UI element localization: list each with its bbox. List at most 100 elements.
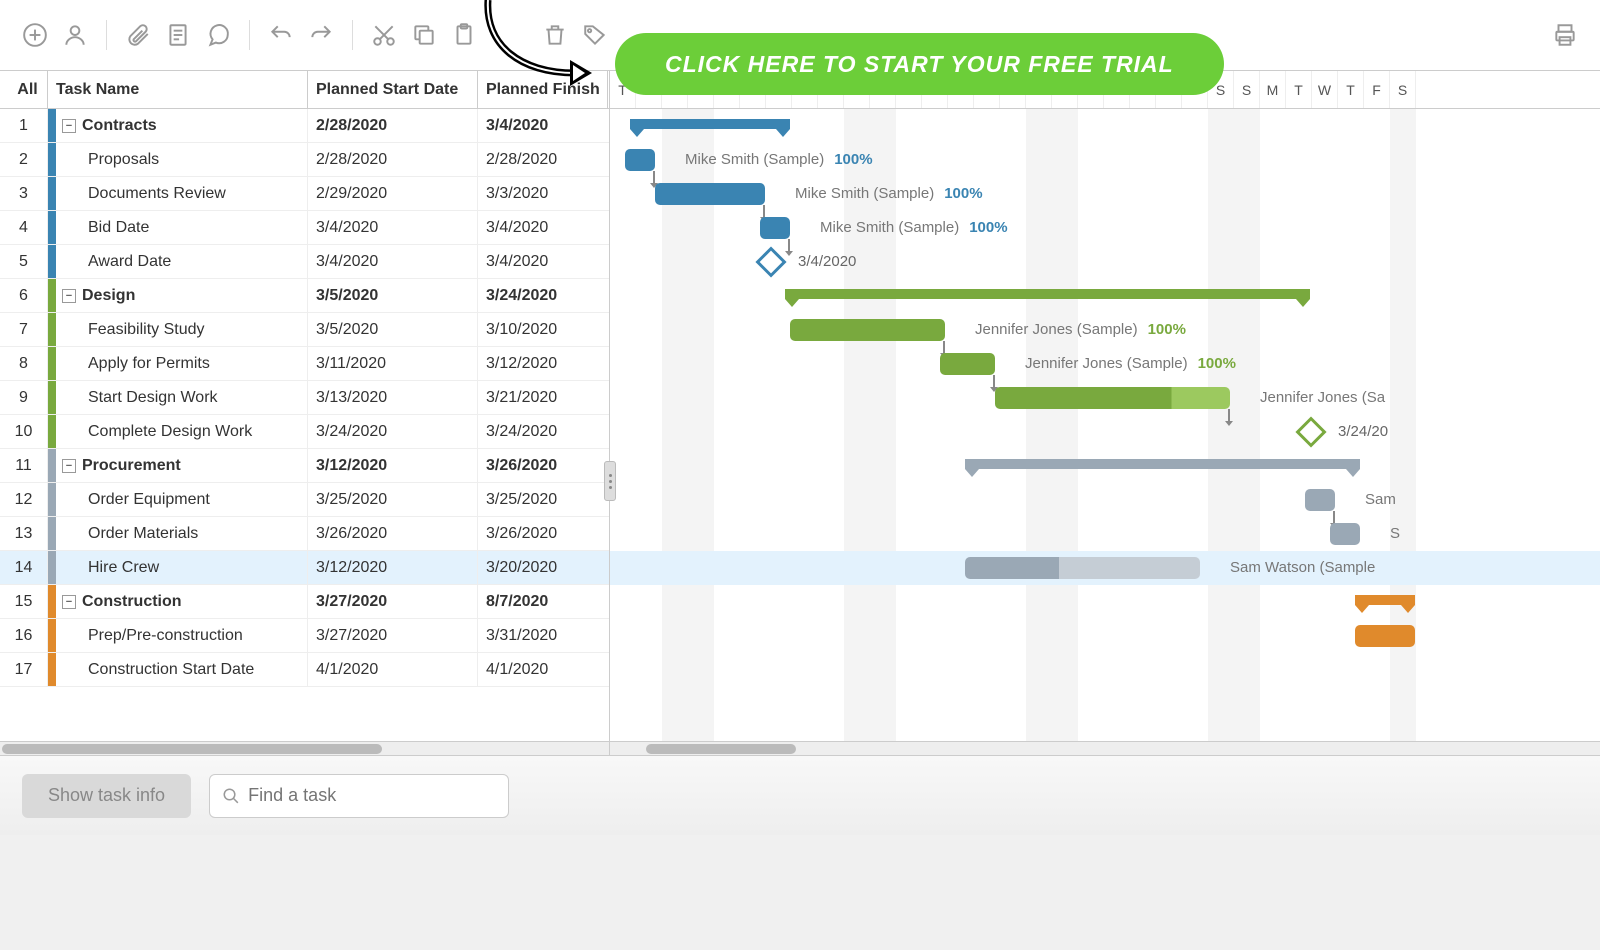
- task-name-cell[interactable]: Feasibility Study: [56, 313, 308, 346]
- redo-icon[interactable]: [306, 20, 336, 50]
- task-row[interactable]: 10Complete Design Work3/24/20203/24/2020: [0, 415, 609, 449]
- milestone-icon[interactable]: [755, 246, 786, 277]
- task-row[interactable]: 15−Construction3/27/20208/7/2020: [0, 585, 609, 619]
- notes-icon[interactable]: [163, 20, 193, 50]
- finish-date-cell[interactable]: 3/4/2020: [478, 211, 608, 244]
- add-icon[interactable]: [20, 20, 50, 50]
- start-date-cell[interactable]: 3/27/2020: [308, 585, 478, 618]
- finish-date-cell[interactable]: 3/4/2020: [478, 245, 608, 278]
- start-date-cell[interactable]: 3/25/2020: [308, 483, 478, 516]
- print-icon[interactable]: [1550, 20, 1580, 50]
- summary-bar[interactable]: [1355, 595, 1415, 605]
- splitter-handle[interactable]: [604, 461, 616, 501]
- task-name-cell[interactable]: Apply for Permits: [56, 347, 308, 380]
- task-row[interactable]: 4Bid Date3/4/20203/4/2020: [0, 211, 609, 245]
- task-bar[interactable]: Jennifer Jones (Sa: [995, 387, 1230, 409]
- task-name-cell[interactable]: Order Materials: [56, 517, 308, 550]
- finish-date-cell[interactable]: 3/10/2020: [478, 313, 608, 346]
- finish-date-cell[interactable]: 3/25/2020: [478, 483, 608, 516]
- summary-bar[interactable]: [965, 459, 1360, 469]
- task-row[interactable]: 3Documents Review2/29/20203/3/2020: [0, 177, 609, 211]
- task-bar[interactable]: S: [1330, 523, 1360, 545]
- start-date-cell[interactable]: 3/12/2020: [308, 551, 478, 584]
- task-row[interactable]: 9Start Design Work3/13/20203/21/2020: [0, 381, 609, 415]
- collapse-toggle[interactable]: −: [62, 119, 76, 133]
- copy-icon[interactable]: [409, 20, 439, 50]
- start-date-cell[interactable]: 3/5/2020: [308, 279, 478, 312]
- finish-date-cell[interactable]: 3/21/2020: [478, 381, 608, 414]
- user-icon[interactable]: [60, 20, 90, 50]
- cta-button[interactable]: CLICK HERE TO START YOUR FREE TRIAL: [615, 33, 1224, 95]
- task-name-cell[interactable]: Prep/Pre-construction: [56, 619, 308, 652]
- task-name-cell[interactable]: −Construction: [56, 585, 308, 618]
- finish-date-cell[interactable]: 3/24/2020: [478, 279, 608, 312]
- task-row[interactable]: 8Apply for Permits3/11/20203/12/2020: [0, 347, 609, 381]
- undo-icon[interactable]: [266, 20, 296, 50]
- task-name-cell[interactable]: Hire Crew: [56, 551, 308, 584]
- search-box[interactable]: [209, 774, 509, 818]
- task-row[interactable]: 14Hire Crew3/12/20203/20/2020: [0, 551, 609, 585]
- start-date-cell[interactable]: 4/1/2020: [308, 653, 478, 686]
- milestone-icon[interactable]: [1295, 416, 1326, 447]
- task-row[interactable]: 1−Contracts2/28/20203/4/2020: [0, 109, 609, 143]
- task-bar[interactable]: Sam: [1305, 489, 1335, 511]
- start-date-cell[interactable]: 3/11/2020: [308, 347, 478, 380]
- finish-date-cell[interactable]: 3/12/2020: [478, 347, 608, 380]
- task-row[interactable]: 5Award Date3/4/20203/4/2020: [0, 245, 609, 279]
- start-date-cell[interactable]: 2/28/2020: [308, 109, 478, 142]
- gantt-body[interactable]: Mike Smith (Sample)100%Mike Smith (Sampl…: [610, 109, 1600, 755]
- grid-scrollbar[interactable]: [0, 741, 609, 755]
- start-date-cell[interactable]: 3/13/2020: [308, 381, 478, 414]
- finish-date-cell[interactable]: 3/4/2020: [478, 109, 608, 142]
- start-date-cell[interactable]: 3/5/2020: [308, 313, 478, 346]
- task-row[interactable]: 13Order Materials3/26/20203/26/2020: [0, 517, 609, 551]
- task-row[interactable]: 6−Design3/5/20203/24/2020: [0, 279, 609, 313]
- gantt-scrollbar[interactable]: [610, 741, 1600, 755]
- finish-date-cell[interactable]: 8/7/2020: [478, 585, 608, 618]
- start-date-cell[interactable]: 3/27/2020: [308, 619, 478, 652]
- col-header-all[interactable]: All: [0, 71, 48, 108]
- task-bar[interactable]: Mike Smith (Sample)100%: [760, 217, 790, 239]
- start-date-cell[interactable]: 3/4/2020: [308, 245, 478, 278]
- task-row[interactable]: 16Prep/Pre-construction3/27/20203/31/202…: [0, 619, 609, 653]
- start-date-cell[interactable]: 3/24/2020: [308, 415, 478, 448]
- finish-date-cell[interactable]: 4/1/2020: [478, 653, 608, 686]
- finish-date-cell[interactable]: 3/26/2020: [478, 517, 608, 550]
- task-row[interactable]: 7Feasibility Study3/5/20203/10/2020: [0, 313, 609, 347]
- task-bar[interactable]: Jennifer Jones (Sample)100%: [940, 353, 995, 375]
- show-task-info-button[interactable]: Show task info: [22, 774, 191, 818]
- task-bar[interactable]: Mike Smith (Sample)100%: [655, 183, 765, 205]
- task-name-cell[interactable]: Bid Date: [56, 211, 308, 244]
- task-bar[interactable]: Sam Watson (Sample: [965, 557, 1200, 579]
- search-input[interactable]: [248, 785, 496, 806]
- task-name-cell[interactable]: −Design: [56, 279, 308, 312]
- task-name-cell[interactable]: Order Equipment: [56, 483, 308, 516]
- task-name-cell[interactable]: Complete Design Work: [56, 415, 308, 448]
- start-date-cell[interactable]: 3/26/2020: [308, 517, 478, 550]
- task-row[interactable]: 12Order Equipment3/25/20203/25/2020: [0, 483, 609, 517]
- finish-date-cell[interactable]: 3/3/2020: [478, 177, 608, 210]
- finish-date-cell[interactable]: 3/20/2020: [478, 551, 608, 584]
- task-bar[interactable]: Jennifer Jones (Sample)100%: [790, 319, 945, 341]
- collapse-toggle[interactable]: −: [62, 289, 76, 303]
- finish-date-cell[interactable]: 3/24/2020: [478, 415, 608, 448]
- task-row[interactable]: 2Proposals2/28/20202/28/2020: [0, 143, 609, 177]
- summary-bar[interactable]: [630, 119, 790, 129]
- task-row[interactable]: 11−Procurement3/12/20203/26/2020: [0, 449, 609, 483]
- start-date-cell[interactable]: 3/12/2020: [308, 449, 478, 482]
- task-bar[interactable]: Mike Smith (Sample)100%: [625, 149, 655, 171]
- collapse-toggle[interactable]: −: [62, 595, 76, 609]
- start-date-cell[interactable]: 2/28/2020: [308, 143, 478, 176]
- task-name-cell[interactable]: Construction Start Date: [56, 653, 308, 686]
- task-row[interactable]: 17Construction Start Date4/1/20204/1/202…: [0, 653, 609, 687]
- finish-date-cell[interactable]: 2/28/2020: [478, 143, 608, 176]
- task-name-cell[interactable]: Proposals: [56, 143, 308, 176]
- task-name-cell[interactable]: Documents Review: [56, 177, 308, 210]
- start-date-cell[interactable]: 3/4/2020: [308, 211, 478, 244]
- task-name-cell[interactable]: −Contracts: [56, 109, 308, 142]
- task-bar[interactable]: [1355, 625, 1415, 647]
- col-header-name[interactable]: Task Name: [48, 71, 308, 108]
- collapse-toggle[interactable]: −: [62, 459, 76, 473]
- task-name-cell[interactable]: Award Date: [56, 245, 308, 278]
- cut-icon[interactable]: [369, 20, 399, 50]
